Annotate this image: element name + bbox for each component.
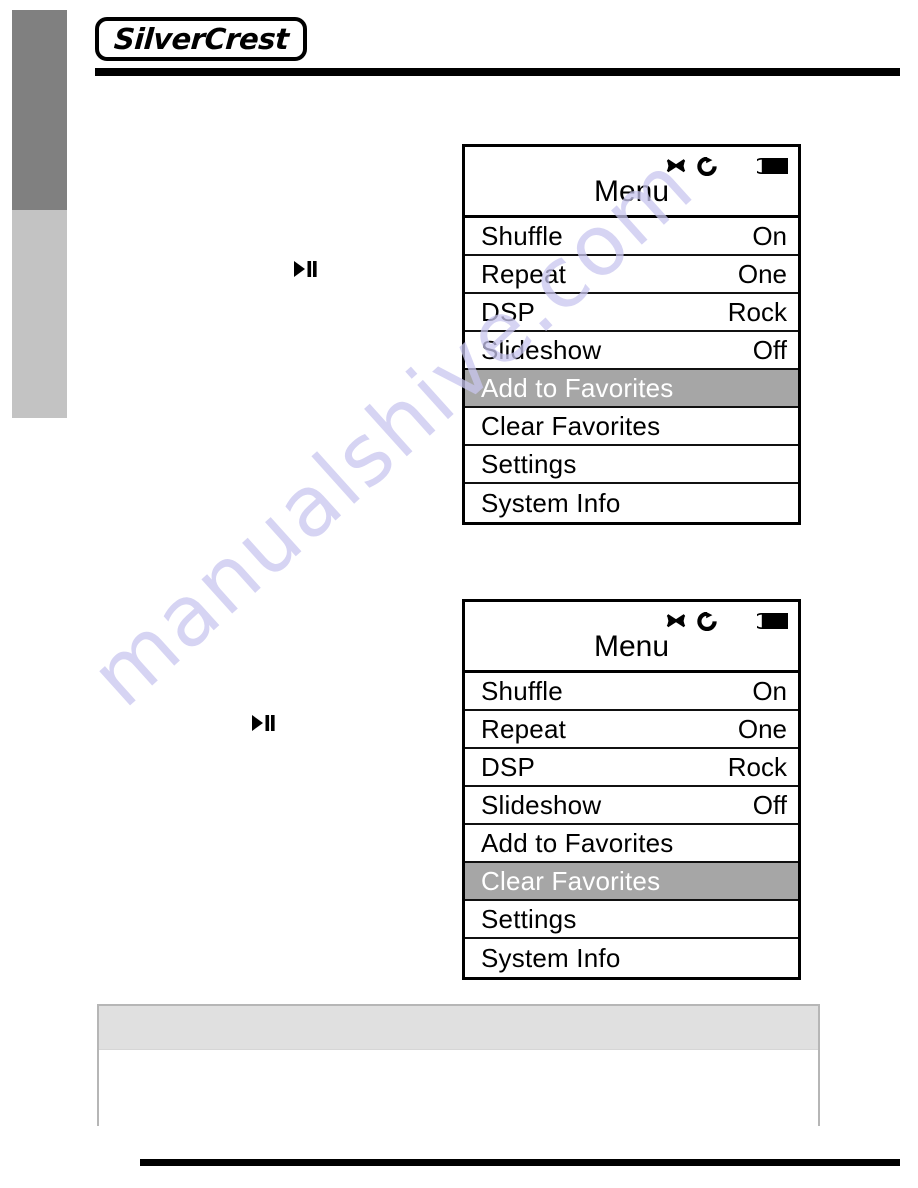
menu-row-value: Rock [727,752,787,782]
menu-row-label: Slideshow [481,335,602,365]
menu-row-label: System Info [481,943,621,973]
menu-row-dsp[interactable]: DSP Rock [465,294,798,332]
menu-row-label: Slideshow [481,790,602,820]
menu-row-slideshow[interactable]: Slideshow Off [465,332,798,370]
menu-row-label: Shuffle [481,221,563,251]
menu-row-clear-favorites[interactable]: Clear Favorites [465,408,798,446]
menu-row-slideshow[interactable]: Slideshow Off [465,787,798,825]
play-pause-icon [250,712,277,734]
menu-row-label: Add to Favorites [481,828,674,858]
note-box-body [99,1050,818,1126]
menu-row-label: Repeat [481,259,567,289]
brand-logo-text: SilverCrest [112,21,290,56]
menu-row-label: DSP [481,752,536,782]
menu-row-add-to-favorites[interactable]: Add to Favorites [465,825,798,863]
battery-icon [752,612,790,630]
manual-page: SilverCrest 1 Menu Shuffle On Repeat One… [0,0,918,1188]
menu-row-clear-favorites[interactable]: Clear Favorites [465,863,798,901]
menu-row-dsp[interactable]: DSP Rock [465,749,798,787]
menu-row-label: Shuffle [481,676,563,706]
note-box-header [99,1006,818,1050]
menu-row-label: Repeat [481,714,567,744]
menu-row-label: Settings [481,449,577,479]
svg-text:1: 1 [704,618,710,628]
repeat-one-icon: 1 [697,156,717,176]
menu-row-repeat[interactable]: Repeat One [465,711,798,749]
menu-row-value: One [737,259,787,289]
lcd-status-icons-1: 1 [665,155,790,177]
repeat-one-icon: 1 [697,611,717,631]
menu-row-value: Rock [727,297,787,327]
lcd-screen-panel-1: 1 Menu Shuffle On Repeat One DSP Rock Sl… [462,144,801,525]
menu-row-settings[interactable]: Settings [465,901,798,939]
shuffle-icon [665,612,687,630]
menu-row-system-info[interactable]: System Info [465,484,798,522]
svg-text:1: 1 [704,163,710,173]
menu-row-label: System Info [481,488,621,518]
menu-row-label: Clear Favorites [481,866,661,896]
note-box [97,1004,820,1126]
menu-row-shuffle[interactable]: Shuffle On [465,673,798,711]
menu-row-label: Settings [481,904,577,934]
menu-row-label: DSP [481,297,536,327]
menu-row-shuffle[interactable]: Shuffle On [465,218,798,256]
lcd-screen-panel-2: 1 Menu Shuffle On Repeat One DSP Rock Sl… [462,599,801,980]
play-pause-icon [292,258,319,280]
lcd-status-header-1: 1 Menu [465,147,798,218]
lcd-menu-list-2: Shuffle On Repeat One DSP Rock Slideshow… [465,673,798,977]
menu-row-label: Clear Favorites [481,411,661,441]
menu-row-system-info[interactable]: System Info [465,939,798,977]
lcd-title-2: Menu [593,630,670,663]
footer-rule [140,1159,900,1166]
menu-row-value: Off [752,335,787,365]
menu-row-label: Add to Favorites [481,373,674,403]
menu-row-value: On [752,676,787,706]
battery-icon [752,157,790,175]
shuffle-icon [665,157,687,175]
menu-row-value: Off [752,790,787,820]
sidebar-chapter-marker-dark [12,10,67,210]
menu-row-add-to-favorites[interactable]: Add to Favorites [465,370,798,408]
brand-logo: SilverCrest [95,17,307,61]
menu-row-value: One [737,714,787,744]
sidebar-chapter-marker-light [12,210,67,418]
lcd-status-header-2: 1 Menu [465,602,798,673]
lcd-status-icons-2: 1 [665,610,790,632]
menu-row-settings[interactable]: Settings [465,446,798,484]
menu-row-repeat[interactable]: Repeat One [465,256,798,294]
menu-row-value: On [752,221,787,251]
header-rule [95,68,900,76]
lcd-menu-list-1: Shuffle On Repeat One DSP Rock Slideshow… [465,218,798,522]
lcd-title-1: Menu [593,175,670,208]
